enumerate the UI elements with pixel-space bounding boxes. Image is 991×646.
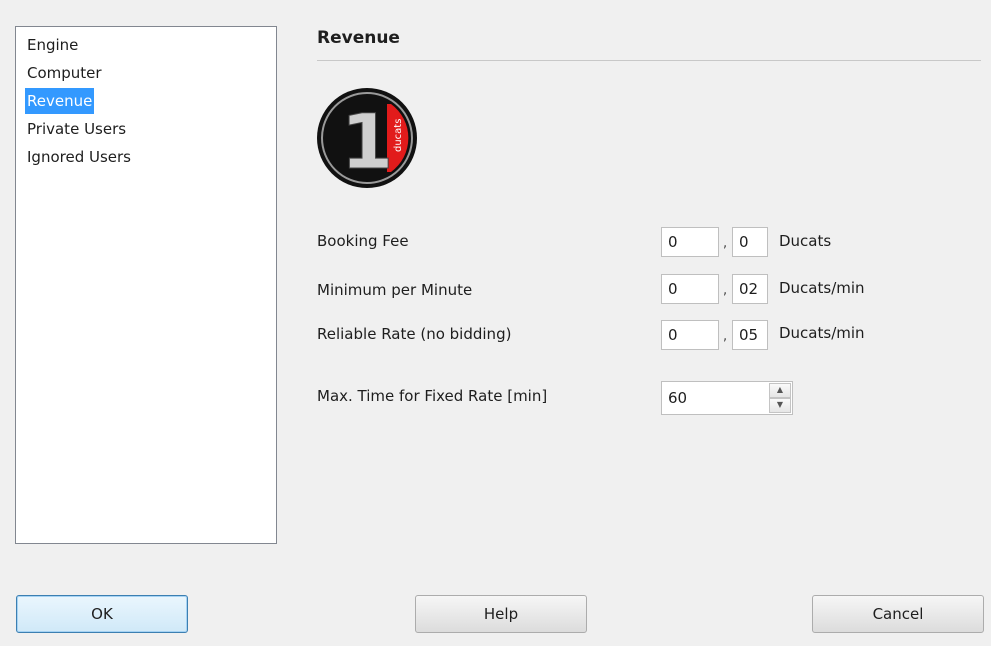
- decimal-separator: ,: [723, 329, 728, 344]
- max-time-label: Max. Time for Fixed Rate [min]: [317, 387, 548, 405]
- minimum-per-minute-unit: Ducats/min: [779, 279, 865, 297]
- booking-fee-label: Booking Fee: [317, 232, 409, 250]
- ducats-coin-icon: 1 ducats: [315, 86, 419, 190]
- nav-item-private-users[interactable]: Private Users: [25, 115, 128, 143]
- booking-fee-decimal-input[interactable]: [732, 227, 768, 257]
- max-time-spinbox[interactable]: ▲ ▼: [661, 381, 793, 415]
- section-title: Revenue: [317, 28, 400, 48]
- decimal-separator: ,: [723, 236, 728, 251]
- cancel-button[interactable]: Cancel: [812, 595, 984, 633]
- settings-dialog: Engine Computer Revenue Private Users Ig…: [0, 0, 991, 646]
- reliable-rate-unit: Ducats/min: [779, 324, 865, 342]
- spin-down-icon[interactable]: ▼: [769, 398, 791, 413]
- nav-item-computer[interactable]: Computer: [25, 59, 104, 87]
- booking-fee-unit: Ducats: [779, 232, 832, 250]
- logo-numeral: 1: [341, 97, 394, 186]
- minimum-per-minute-integer-input[interactable]: [661, 274, 719, 304]
- nav-item-ignored-users[interactable]: Ignored Users: [25, 143, 133, 171]
- nav-item-revenue[interactable]: Revenue: [25, 88, 95, 114]
- decimal-separator: ,: [723, 283, 728, 298]
- help-button[interactable]: Help: [415, 595, 587, 633]
- minimum-per-minute-decimal-input[interactable]: [732, 274, 768, 304]
- category-list[interactable]: Engine Computer Revenue Private Users Ig…: [15, 26, 277, 544]
- section-divider: [317, 60, 981, 61]
- reliable-rate-decimal-input[interactable]: [732, 320, 768, 350]
- minimum-per-minute-label: Minimum per Minute: [317, 281, 473, 299]
- booking-fee-integer-input[interactable]: [661, 227, 719, 257]
- spin-buttons: ▲ ▼: [769, 383, 791, 413]
- spin-up-icon[interactable]: ▲: [769, 383, 791, 398]
- ok-button[interactable]: OK: [16, 595, 188, 633]
- logo-text: ducats: [393, 119, 404, 152]
- nav-item-engine[interactable]: Engine: [25, 31, 80, 59]
- reliable-rate-integer-input[interactable]: [661, 320, 719, 350]
- max-time-input[interactable]: [662, 382, 762, 414]
- reliable-rate-label: Reliable Rate (no bidding): [317, 325, 512, 343]
